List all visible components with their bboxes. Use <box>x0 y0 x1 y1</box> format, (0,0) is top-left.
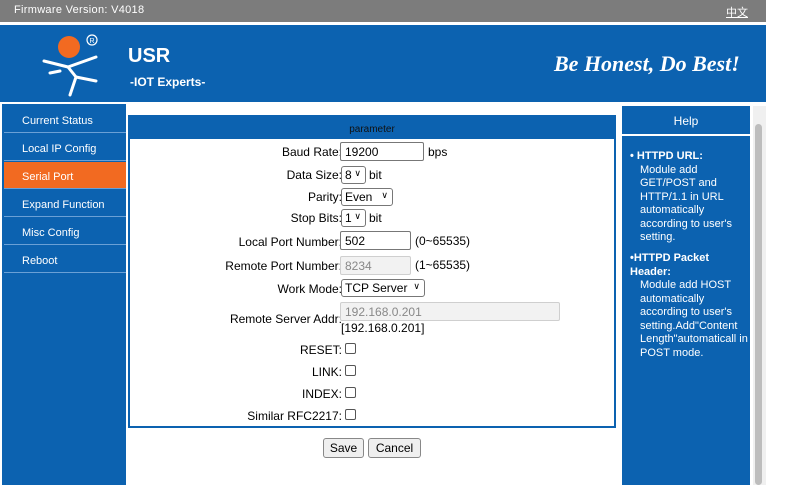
help-item-httpd-url: • HTTPD URL: Module add GET/POST and HTT… <box>630 150 748 245</box>
top-bar: Firmware Version: V4018 中文 <box>0 0 766 22</box>
help-item-title: •HTTPD Packet Header: <box>630 252 710 278</box>
link-label: LINK: <box>311 365 342 379</box>
baud-rate-label: Baud Rate: <box>281 145 342 159</box>
remote-server-addr-label: Remote Server Addr: <box>229 312 342 326</box>
sidebar-item-reboot[interactable]: Reboot <box>4 246 126 273</box>
slogan: Be Honest, Do Best! <box>554 51 740 76</box>
baud-rate-unit: bps <box>428 145 448 159</box>
data-size-unit: bit <box>369 168 382 182</box>
local-port-input[interactable]: 502 <box>340 231 411 250</box>
help-header: Help <box>622 106 750 134</box>
usr-logo-icon: R <box>42 34 98 97</box>
chevron-down-icon: ∨ <box>381 190 388 200</box>
link-checkbox[interactable] <box>345 365 356 376</box>
language-link[interactable]: 中文 <box>726 4 748 20</box>
brand-subtitle: -IOT Experts- <box>130 75 206 89</box>
reset-label: RESET: <box>299 343 342 357</box>
baud-rate-input[interactable]: 19200 <box>340 142 424 161</box>
sidebar-item-current-status[interactable]: Current Status <box>4 106 126 133</box>
parity-value: Even <box>345 190 373 204</box>
header-banner: R USR -IOT Experts- Be Honest, Do Best! <box>0 22 766 102</box>
remote-port-range: (1~65535) <box>415 258 471 272</box>
chevron-down-icon: ∨ <box>354 168 361 178</box>
remote-port-input[interactable]: 8234 <box>340 256 411 275</box>
index-label: INDEX: <box>301 387 342 401</box>
svg-text:R: R <box>89 38 94 45</box>
remote-port-label: Remote Port Number: <box>225 259 342 273</box>
work-mode-select[interactable]: TCP Server ∨ <box>341 279 425 297</box>
index-checkbox[interactable] <box>345 387 356 398</box>
stop-bits-value: 1 <box>345 211 352 225</box>
data-size-select[interactable]: 8 ∨ <box>341 166 366 184</box>
stop-bits-select[interactable]: 1 ∨ <box>341 209 366 227</box>
sidebar: Current Status Local IP Config Serial Po… <box>0 104 126 485</box>
sidebar-item-serial-port[interactable]: Serial Port <box>4 162 126 189</box>
remote-server-addr-input[interactable]: 192.168.0.201 <box>340 302 560 321</box>
rfc2217-label: Similar RFC2217: <box>247 409 342 423</box>
scrollbar-thumb[interactable] <box>755 124 762 485</box>
chevron-down-icon: ∨ <box>413 281 420 291</box>
local-port-range: (0~65535) <box>415 234 471 248</box>
chevron-down-icon: ∨ <box>354 211 361 221</box>
stop-bits-label: Stop Bits: <box>290 211 342 225</box>
data-size-label: Data Size: <box>286 168 342 182</box>
save-button[interactable]: Save <box>323 438 364 458</box>
work-mode-label: Work Mode: <box>277 282 342 296</box>
help-panel: • HTTPD URL: Module add GET/POST and HTT… <box>622 136 750 485</box>
help-item-httpd-header: •HTTPD Packet Header: Module add HOST au… <box>630 252 748 360</box>
cancel-button[interactable]: Cancel <box>368 438 421 458</box>
help-item-title: • HTTPD URL: <box>630 150 703 162</box>
sidebar-item-misc-config[interactable]: Misc Config <box>4 218 126 245</box>
local-port-label: Local Port Number: <box>238 235 342 249</box>
sidebar-item-expand-function[interactable]: Expand Function <box>4 190 126 217</box>
remote-server-addr-note: [192.168.0.201] <box>341 321 425 335</box>
sidebar-item-local-ip-config[interactable]: Local IP Config <box>4 134 126 161</box>
help-item-body: Module add HOST automatically according … <box>640 279 748 359</box>
stop-bits-unit: bit <box>369 211 382 225</box>
reset-checkbox[interactable] <box>345 343 356 354</box>
rfc2217-checkbox[interactable] <box>345 409 356 420</box>
work-mode-value: TCP Server <box>345 281 408 295</box>
parameter-panel-title: parameter <box>349 124 395 135</box>
brand-name: USR <box>128 45 171 67</box>
help-item-body: Module add GET/POST and HTTP/1.1 in URL … <box>640 163 732 244</box>
firmware-version: Firmware Version: V4018 <box>14 4 145 16</box>
parity-label: Parity: <box>307 190 342 204</box>
parity-select[interactable]: Even ∨ <box>341 188 393 206</box>
data-size-value: 8 <box>345 168 352 182</box>
